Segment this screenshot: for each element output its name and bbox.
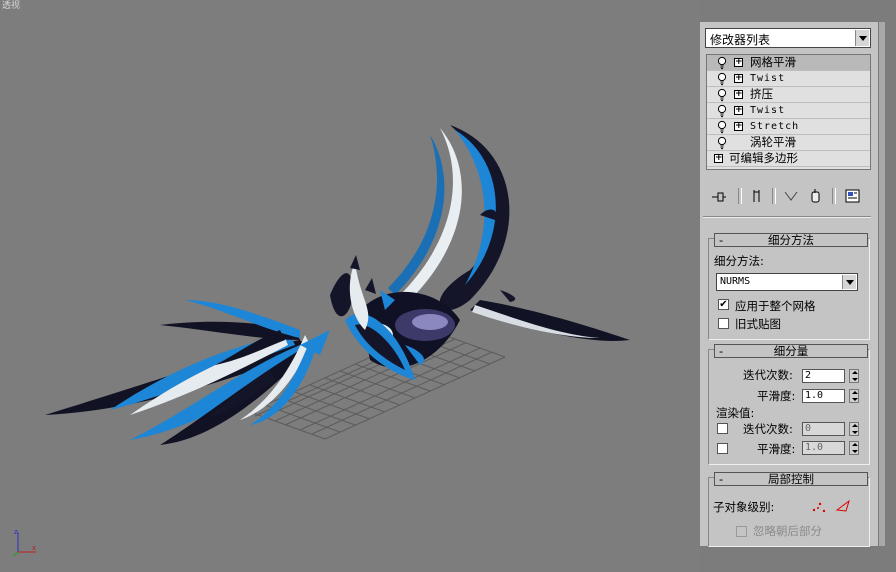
render-iterations-label: 迭代次数: — [743, 422, 793, 436]
modifier-name: 可编辑多边形 — [729, 151, 798, 165]
lightbulb-icon[interactable] — [716, 56, 728, 70]
modifier-stack-item[interactable]: + 挤压 — [707, 87, 870, 103]
panel-divider — [703, 216, 871, 218]
collapse-icon: - — [719, 233, 724, 247]
smoothness-spinner[interactable] — [849, 389, 859, 403]
modifier-name: 涡轮平滑 — [750, 135, 796, 149]
rollout-title: 细分量 — [773, 344, 809, 358]
modifier-stack-item[interactable]: 涡轮平滑 — [707, 135, 870, 151]
center-body — [330, 262, 460, 380]
modifier-name: Twist — [750, 105, 786, 116]
pin-stack-icon[interactable] — [710, 188, 728, 204]
modifier-stack-item[interactable]: + Twist — [707, 71, 870, 87]
modifier-stack-item[interactable]: + 可编辑多边形 — [707, 151, 870, 167]
configure-sets-icon[interactable] — [844, 188, 862, 204]
lightbulb-icon[interactable] — [716, 72, 728, 86]
modifier-stack-item[interactable]: + Stretch — [707, 119, 870, 135]
render-smoothness-checkbox[interactable] — [717, 443, 728, 454]
render-smoothness-field[interactable]: 1.0 — [802, 441, 845, 455]
show-end-result-icon[interactable] — [748, 188, 766, 204]
apply-whole-mesh-label: 应用于整个网格 — [735, 299, 816, 313]
subdivision-method-header[interactable]: - 细分方法 — [714, 233, 868, 247]
subdivision-amount-header[interactable]: - 细分量 — [714, 344, 868, 358]
lightbulb-icon[interactable] — [716, 120, 728, 134]
collapse-icon: - — [719, 472, 724, 486]
svg-text:z: z — [14, 528, 18, 536]
remove-modifier-icon[interactable] — [806, 188, 824, 204]
collapse-icon: - — [719, 344, 724, 358]
expand-icon[interactable]: + — [714, 154, 723, 163]
lightbulb-icon[interactable] — [716, 88, 728, 102]
expand-icon[interactable]: + — [734, 58, 743, 67]
modifier-name: Stretch — [750, 121, 800, 132]
make-unique-icon[interactable] — [782, 188, 800, 204]
old-style-mapping-checkbox[interactable] — [718, 318, 729, 329]
expand-icon[interactable]: + — [734, 106, 743, 115]
local-control-header[interactable]: - 局部控制 — [714, 472, 868, 486]
modifier-stack-item[interactable]: + 网格平滑 — [707, 55, 870, 71]
smoothness-field[interactable]: 1.0 — [802, 389, 845, 403]
toolbar-separator — [738, 188, 742, 204]
modifier-name: 挤压 — [750, 87, 773, 101]
chevron-down-icon[interactable] — [842, 275, 856, 289]
render-iterations-field[interactable]: 0 — [802, 422, 845, 436]
render-iterations-spinner[interactable] — [849, 422, 859, 436]
old-style-mapping-label: 旧式贴图 — [735, 317, 781, 331]
perspective-viewport[interactable]: 透视 z x — [0, 0, 700, 572]
method-value: NURMS — [720, 276, 751, 287]
chevron-down-icon[interactable] — [855, 30, 869, 46]
apply-whole-mesh-checkbox[interactable]: ✔ — [718, 299, 729, 310]
edge-icon[interactable] — [834, 499, 852, 513]
render-smoothness-label: 平滑度: — [757, 442, 796, 456]
ignore-backfacing-label: 忽略朝后部分 — [753, 524, 822, 538]
lightbulb-icon[interactable] — [716, 104, 728, 118]
rollout-title: 局部控制 — [768, 472, 814, 486]
toolbar-separator — [772, 188, 776, 204]
render-smoothness-spinner[interactable] — [849, 441, 859, 455]
method-label: 细分方法: — [714, 254, 764, 268]
render-values-label: 渲染值: — [716, 406, 755, 420]
vertex-icon[interactable] — [810, 499, 828, 513]
expand-icon[interactable]: + — [734, 122, 743, 131]
rollout-title: 细分方法 — [768, 233, 814, 247]
modifier-stack[interactable]: + 网格平滑 + Twist + 挤压 + Twist + Stretch 涡轮平滑 + 可编辑多边形 — [706, 54, 871, 170]
subdivision-method-select[interactable]: NURMS — [716, 273, 858, 291]
axis-tripod-icon: z x — [12, 528, 36, 557]
toolbar-separator — [832, 188, 836, 204]
expand-icon[interactable]: + — [734, 74, 743, 83]
modifier-name: 网格平滑 — [750, 55, 796, 69]
ignore-backfacing-checkbox[interactable] — [736, 526, 747, 537]
smoothness-label: 平滑度: — [757, 389, 796, 403]
iterations-field[interactable]: 2 — [802, 369, 845, 383]
modifier-stack-item[interactable]: + Twist — [707, 103, 870, 119]
expand-icon[interactable]: + — [734, 90, 743, 99]
render-iterations-checkbox[interactable] — [717, 423, 728, 434]
modifier-list-dropdown[interactable]: 修改器列表 — [705, 28, 871, 48]
modifier-list-label: 修改器列表 — [710, 33, 771, 47]
svg-text:x: x — [32, 544, 36, 552]
stack-toolbar — [706, 180, 871, 210]
iterations-label: 迭代次数: — [743, 368, 793, 382]
modifier-name: Twist — [750, 73, 786, 84]
lightbulb-icon[interactable] — [716, 136, 728, 150]
3d-model-scene — [45, 125, 630, 445]
left-tentacles — [45, 300, 330, 445]
panel-scrollbar[interactable] — [879, 22, 885, 546]
subobject-level-label: 子对象级别: — [713, 500, 775, 514]
iterations-spinner[interactable] — [849, 369, 859, 383]
